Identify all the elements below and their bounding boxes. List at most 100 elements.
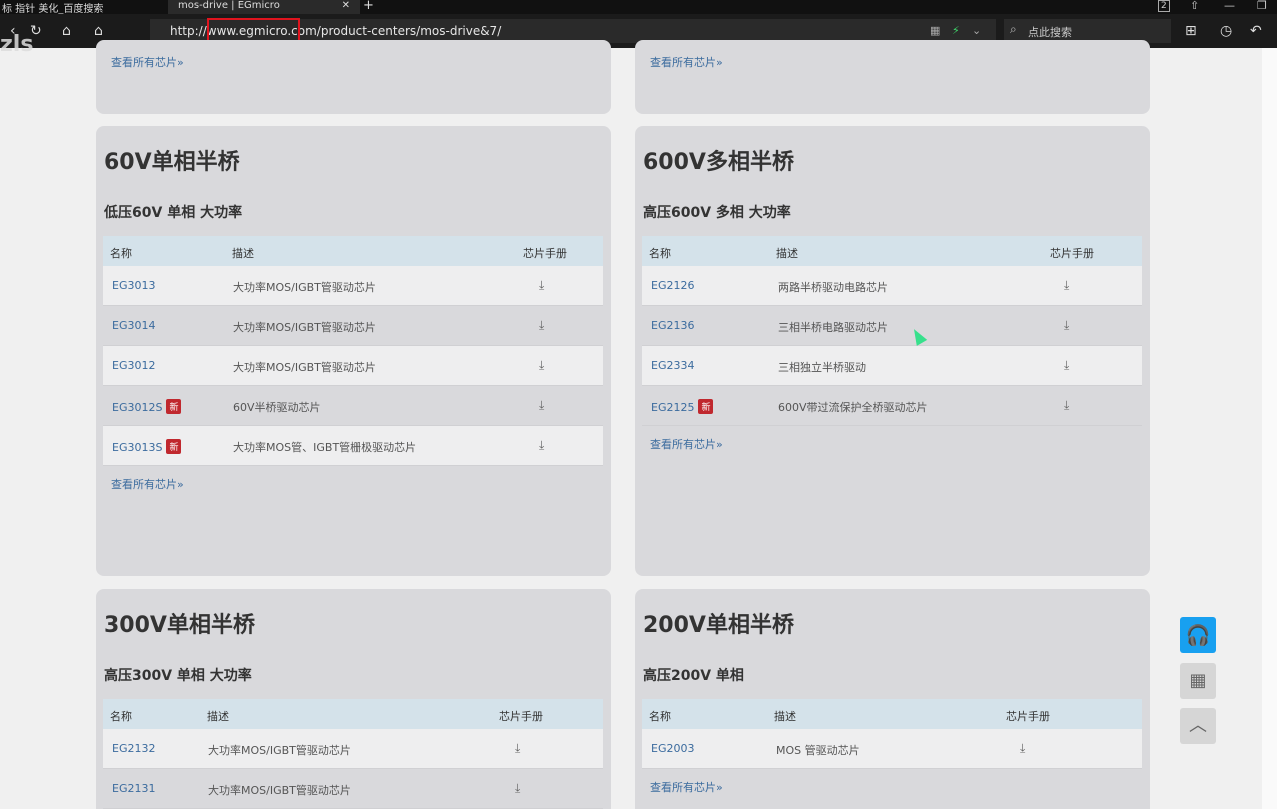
previous-tab-title[interactable]: 标 指针 美化_百度搜索 [2,0,103,15]
extension-icon[interactable]: ⌂ [94,23,103,39]
tab-counter[interactable]: 2 [1158,0,1170,12]
chip-name-link[interactable]: EG2003 [651,742,694,755]
search-icon: ⌕ [1010,22,1017,36]
chip-desc: 60V半桥驱动芯片 [233,401,321,414]
grid-apps-icon[interactable]: ⊞ [1185,23,1197,39]
chip-table: 名称 描述 芯片手册 EG2132 大功率MOS/IGBT管驱动芯片 ⤓ EG2… [103,699,603,809]
table-row: EG3014 大功率MOS/IGBT管驱动芯片 ⤓ [103,306,603,346]
chip-name-link[interactable]: EG3012 [112,359,155,372]
download-icon[interactable]: ⤓ [515,781,520,796]
view-all-link[interactable]: 查看所有芯片» [650,779,723,795]
share-icon[interactable]: ⇧ [1190,0,1199,12]
download-icon[interactable]: ⤓ [539,398,544,413]
col-desc: 描述 [232,247,254,260]
download-icon[interactable]: ⤓ [1064,278,1069,293]
qr-code-icon[interactable]: ▦ [930,24,940,37]
col-manual: 芯片手册 [1050,247,1094,260]
qr-code-icon: ▦ [1189,670,1207,691]
chip-desc: 大功率MOS/IGBT管驱动芯片 [208,784,351,797]
download-icon[interactable]: ⤓ [1064,358,1069,373]
card-title: 200V单相半桥 [643,613,794,638]
chip-name-link[interactable]: EG2334 [651,359,694,372]
chip-desc: MOS 管驱动芯片 [776,744,860,757]
arrow-up-icon: ︿ [1189,715,1207,736]
col-desc: 描述 [776,247,798,260]
chip-name-link[interactable]: EG3012S 新 [112,399,182,414]
chip-desc: 三相半桥电路驱动芯片 [778,321,888,334]
back-to-top-button[interactable]: ︿ [1180,708,1216,744]
chip-name-link[interactable]: EG2136 [651,319,694,332]
customer-service-button[interactable]: 🎧 [1180,617,1216,653]
chip-name-link[interactable]: EG3014 [112,319,155,332]
download-icon[interactable]: ⤓ [539,358,544,373]
chip-desc: 大功率MOS/IGBT管驱动芯片 [233,281,376,294]
card-200v: 200V单相半桥 高压200V 单相 名称 描述 芯片手册 EG2003 MOS… [635,589,1150,809]
card-title: 60V单相半桥 [104,150,240,175]
new-badge: 新 [166,439,182,454]
chip-name-text[interactable]: EG3012S [112,401,162,414]
col-name: 名称 [110,247,132,260]
col-name: 名称 [110,710,132,723]
view-all-link[interactable]: 查看所有芯片» [111,54,184,70]
chip-desc: 大功率MOS/IGBT管驱动芯片 [208,744,351,757]
chip-desc: 两路半桥驱动电路芯片 [778,281,888,294]
card-300v: 300V单相半桥 高压300V 单相 大功率 名称 描述 芯片手册 EG2132… [96,589,611,809]
history-icon[interactable]: ◷ [1220,23,1232,39]
chip-name-link[interactable]: EG2132 [112,742,155,755]
table-header: 名称 描述 芯片手册 [103,236,603,266]
card-600v: 600V多相半桥 高压600V 多相 大功率 名称 描述 芯片手册 EG2126… [635,126,1150,576]
qr-code-button[interactable]: ▦ [1180,663,1216,699]
speed-mode-icon[interactable]: ⚡ [952,24,960,37]
download-icon[interactable]: ⤓ [1064,318,1069,333]
undo-icon[interactable]: ↶ [1250,23,1262,39]
chip-name-link[interactable]: EG2131 [112,782,155,795]
home-icon[interactable]: ⌂ [62,23,71,39]
view-all-link[interactable]: 查看所有芯片» [111,476,184,492]
watermark-logo: zls [0,32,34,57]
card-subtitle: 低压60V 单相 大功率 [104,205,243,221]
minimize-icon[interactable]: — [1224,0,1235,12]
download-icon[interactable]: ⤓ [539,278,544,293]
card-title: 600V多相半桥 [643,150,794,175]
restore-icon[interactable]: ❐ [1257,0,1267,12]
table-row: EG2126 两路半桥驱动电路芯片 ⤓ [642,266,1142,306]
col-manual: 芯片手册 [523,247,567,260]
col-manual: 芯片手册 [1006,710,1050,723]
download-icon[interactable]: ⤓ [1020,741,1025,756]
active-tab[interactable]: mos-drive | EGmicro ✕ [168,0,360,14]
table-row: EG3013 大功率MOS/IGBT管驱动芯片 ⤓ [103,266,603,306]
chevron-down-icon[interactable]: ⌄ [972,24,981,37]
col-desc: 描述 [774,710,796,723]
chip-name-link[interactable]: EG3013S 新 [112,439,182,454]
new-badge: 新 [698,399,714,414]
download-icon[interactable]: ⤓ [1064,398,1069,413]
download-icon[interactable]: ⤓ [515,741,520,756]
table-header: 名称 描述 芯片手册 [642,236,1142,266]
tab-close-icon[interactable]: ✕ [342,0,350,12]
chip-name-text[interactable]: EG3013S [112,441,162,454]
download-icon[interactable]: ⤓ [539,438,544,453]
col-name: 名称 [649,247,671,260]
new-badge: 新 [166,399,182,414]
chip-table: 名称 描述 芯片手册 EG2003 MOS 管驱动芯片 ⤓ [642,699,1142,769]
card-partial-left: 查看所有芯片» [96,40,611,114]
view-all-link[interactable]: 查看所有芯片» [650,436,723,452]
chip-name-link[interactable]: EG2126 [651,279,694,292]
card-60v: 60V单相半桥 低压60V 单相 大功率 名称 描述 芯片手册 EG3013 大… [96,126,611,576]
table-row: EG2125 新 600V带过流保护全桥驱动芯片 ⤓ [642,386,1142,426]
card-subtitle: 高压200V 单相 [643,668,744,684]
table-header: 名称 描述 芯片手册 [642,699,1142,729]
table-row: EG2334 三相独立半桥驱动 ⤓ [642,346,1142,386]
new-tab-button[interactable]: + [363,0,374,13]
view-all-link[interactable]: 查看所有芯片» [650,54,723,70]
chip-name-text[interactable]: EG2125 [651,401,694,414]
card-subtitle: 高压600V 多相 大功率 [643,205,791,221]
tab-title: mos-drive | EGmicro [178,0,280,11]
download-icon[interactable]: ⤓ [539,318,544,333]
table-row: EG3012 大功率MOS/IGBT管驱动芯片 ⤓ [103,346,603,386]
table-row: EG2003 MOS 管驱动芯片 ⤓ [642,729,1142,769]
chip-name-link[interactable]: EG2125 新 [651,399,714,414]
card-partial-right: 查看所有芯片» [635,40,1150,114]
chip-name-link[interactable]: EG3013 [112,279,155,292]
scrollbar[interactable] [1262,48,1277,809]
